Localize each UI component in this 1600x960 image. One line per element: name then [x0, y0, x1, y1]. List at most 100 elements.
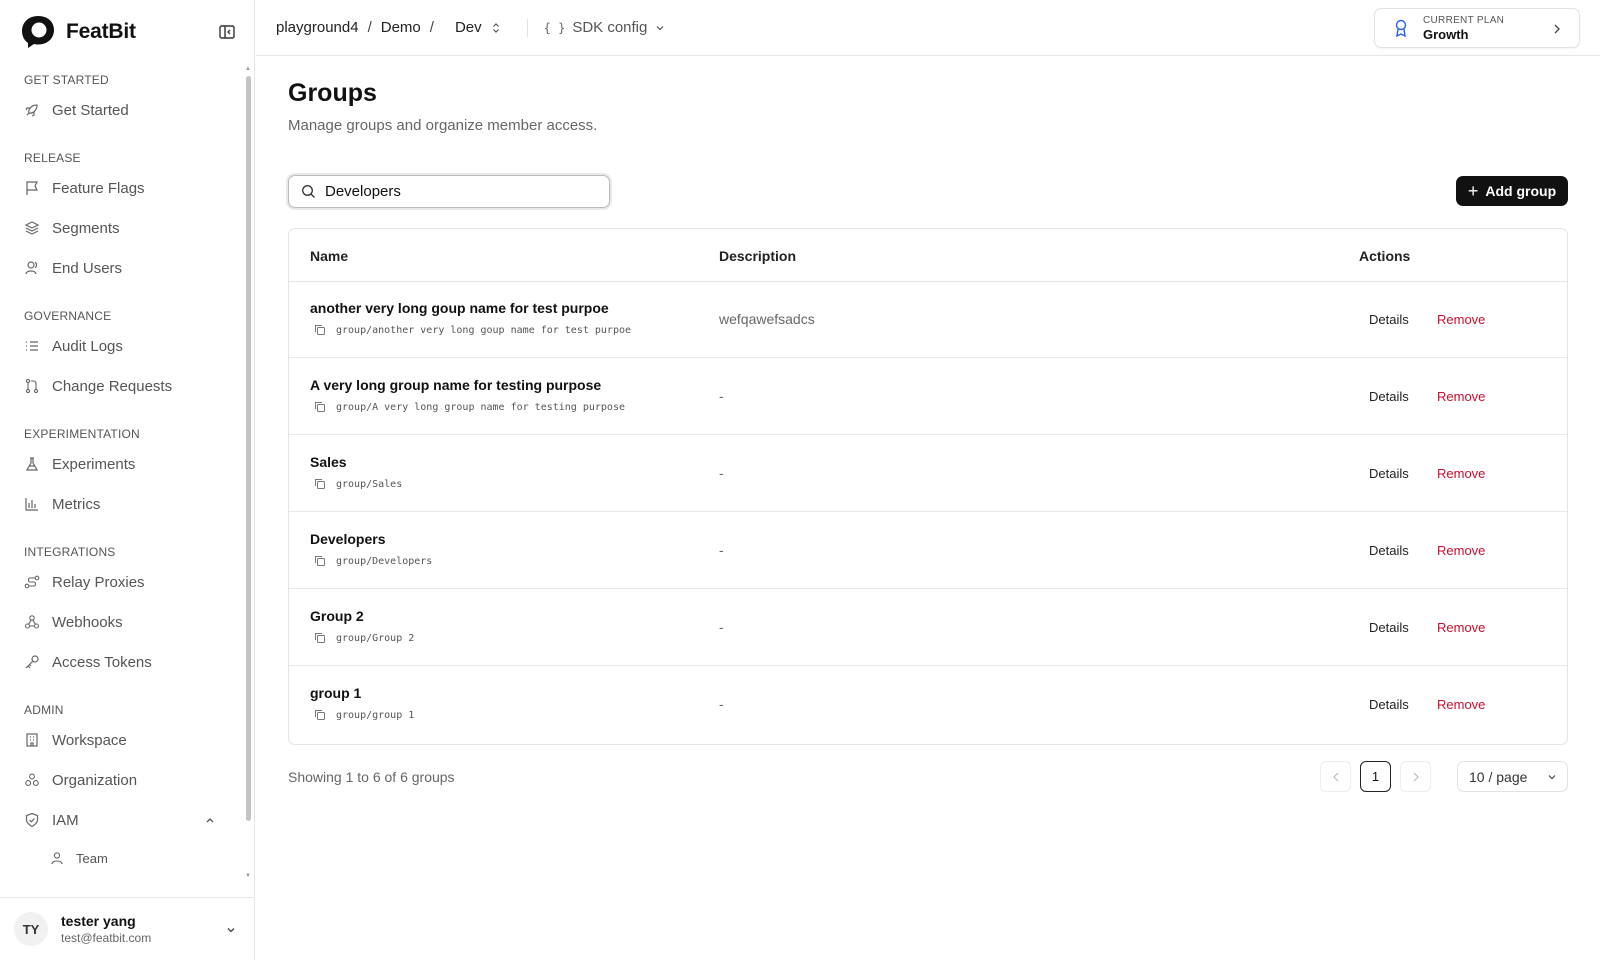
group-key: group/Group 2 [314, 632, 414, 644]
add-group-button[interactable]: + Add group [1456, 176, 1568, 206]
chevron-down-icon [1548, 775, 1556, 780]
table-header: Name Description Actions [289, 229, 1567, 282]
key-icon [25, 655, 39, 669]
page-size-select[interactable]: 10 / page [1457, 761, 1568, 792]
nav-item-experiments[interactable]: Experiments [0, 444, 248, 484]
org-icon [25, 773, 39, 786]
nav-item-organization[interactable]: Organization [0, 760, 248, 800]
nav-item-label: Organization [52, 771, 138, 789]
details-button[interactable]: Details [1369, 543, 1409, 558]
remove-button[interactable]: Remove [1437, 543, 1485, 558]
nav-subitem-team[interactable]: Team [0, 840, 248, 876]
copy-icon[interactable] [314, 401, 326, 413]
scroll-down-arrow-icon[interactable]: ▼ [245, 873, 251, 879]
prev-page-button[interactable] [1320, 761, 1351, 792]
group-name: another very long goup name for test pur… [310, 300, 609, 316]
copy-icon[interactable] [314, 555, 326, 567]
scroll-thumb[interactable] [246, 76, 251, 821]
chevron-right-icon [1554, 24, 1560, 34]
group-description: wefqawefsadcs [719, 311, 815, 327]
nav-item-get-started[interactable]: Get Started [0, 90, 248, 130]
table-row: Developers group/Developers - Details Re… [289, 512, 1567, 589]
chevron-up-icon[interactable] [204, 814, 216, 826]
sdk-config-dropdown[interactable]: { } SDK config [544, 19, 666, 36]
search-box[interactable] [288, 175, 610, 208]
chevron-down-icon [656, 25, 664, 30]
column-header-actions: Actions [1359, 248, 1411, 264]
details-button[interactable]: Details [1369, 697, 1409, 712]
nav-item-change-requests[interactable]: Change Requests [0, 366, 248, 406]
nav-item-audit-logs[interactable]: Audit Logs [0, 326, 248, 366]
pagination-summary: Showing 1 to 6 of 6 groups [288, 769, 455, 785]
chevron-left-icon [1332, 772, 1338, 781]
nav-item-feature-flags[interactable]: Feature Flags [0, 168, 248, 208]
breadcrumb-env-group[interactable]: Demo [381, 19, 421, 36]
nav-item-label: Audit Logs [52, 337, 123, 355]
group-description: - [719, 542, 724, 558]
nav-section-title: GOVERNANCE [24, 309, 112, 323]
breadcrumb-environment[interactable]: Dev [455, 19, 482, 36]
nav-item-label: End Users [52, 259, 123, 277]
group-name: A very long group name for testing purpo… [310, 377, 602, 393]
rocket-icon [25, 104, 38, 117]
featbit-logo-icon[interactable] [20, 14, 56, 50]
nav-item-metrics[interactable]: Metrics [0, 484, 248, 524]
nav-section-title: ADMIN [24, 703, 64, 717]
nav-section-title: GET STARTED [24, 73, 109, 87]
nav-item-segments[interactable]: Segments [0, 208, 248, 248]
nav-item-webhooks[interactable]: Webhooks [0, 602, 248, 642]
group-key: group/A very long group name for testing… [314, 401, 625, 413]
nav-section-title: RELEASE [24, 151, 81, 165]
group-name: Group 2 [310, 608, 364, 624]
remove-button[interactable]: Remove [1437, 466, 1485, 481]
copy-icon[interactable] [314, 709, 326, 721]
remove-button[interactable]: Remove [1437, 620, 1485, 635]
nav-item-access-tokens[interactable]: Access Tokens [0, 642, 248, 682]
chevron-down-icon[interactable] [225, 924, 237, 936]
group-key-text: group/another very long goup name for te… [336, 324, 632, 336]
table-row: Group 2 group/Group 2 - Details Remove [289, 589, 1567, 666]
sidebar: FeatBit GET STARTED Get Started RELEASE … [0, 0, 255, 960]
copy-icon[interactable] [314, 632, 326, 644]
copy-icon[interactable] [314, 324, 326, 336]
details-button[interactable]: Details [1369, 389, 1409, 404]
nav-item-end-users[interactable]: End Users [0, 248, 248, 288]
chevron-updown-icon[interactable] [491, 22, 501, 34]
award-icon [1395, 19, 1407, 37]
breadcrumb: playground4 / Demo / Dev [276, 19, 501, 36]
flag-icon [26, 181, 38, 195]
current-plan-card[interactable]: CURRENT PLAN Growth [1374, 8, 1580, 48]
sdk-config-label: SDK config [572, 19, 648, 36]
nav-item-iam[interactable]: IAM [0, 800, 248, 840]
users-icon [25, 261, 38, 275]
details-button[interactable]: Details [1369, 312, 1409, 327]
nav-item-workspace[interactable]: Workspace [0, 720, 248, 760]
sidebar-collapse-icon[interactable] [218, 23, 236, 41]
nav-item-relay-proxies[interactable]: Relay Proxies [0, 562, 248, 602]
search-input[interactable] [325, 183, 595, 200]
sidebar-scrollbar[interactable]: ▲ ▼ [245, 64, 251, 894]
remove-button[interactable]: Remove [1437, 389, 1485, 404]
plan-name: Growth [1423, 26, 1469, 42]
breadcrumb-project[interactable]: playground4 [276, 19, 359, 36]
nav-item-label: Webhooks [52, 613, 123, 631]
remove-button[interactable]: Remove [1437, 697, 1485, 712]
route-icon [24, 575, 40, 589]
user-menu[interactable]: TY tester yang test@featbit.com [0, 897, 255, 960]
user-icon [51, 852, 63, 865]
search-icon [302, 185, 315, 198]
plus-icon: + [1467, 181, 1479, 201]
group-key-text: group/group 1 [336, 709, 415, 721]
scroll-up-arrow-icon[interactable]: ▲ [245, 66, 251, 72]
shield-icon [25, 812, 39, 828]
group-description: - [719, 696, 724, 712]
page-title: Groups [288, 79, 377, 107]
next-page-button[interactable] [1400, 761, 1431, 792]
remove-button[interactable]: Remove [1437, 312, 1485, 327]
copy-icon[interactable] [314, 478, 326, 490]
page-button[interactable]: 1 [1360, 761, 1391, 792]
details-button[interactable]: Details [1369, 620, 1409, 635]
details-button[interactable]: Details [1369, 466, 1409, 481]
avatar: TY [14, 912, 48, 946]
group-key: group/another very long goup name for te… [314, 324, 631, 336]
